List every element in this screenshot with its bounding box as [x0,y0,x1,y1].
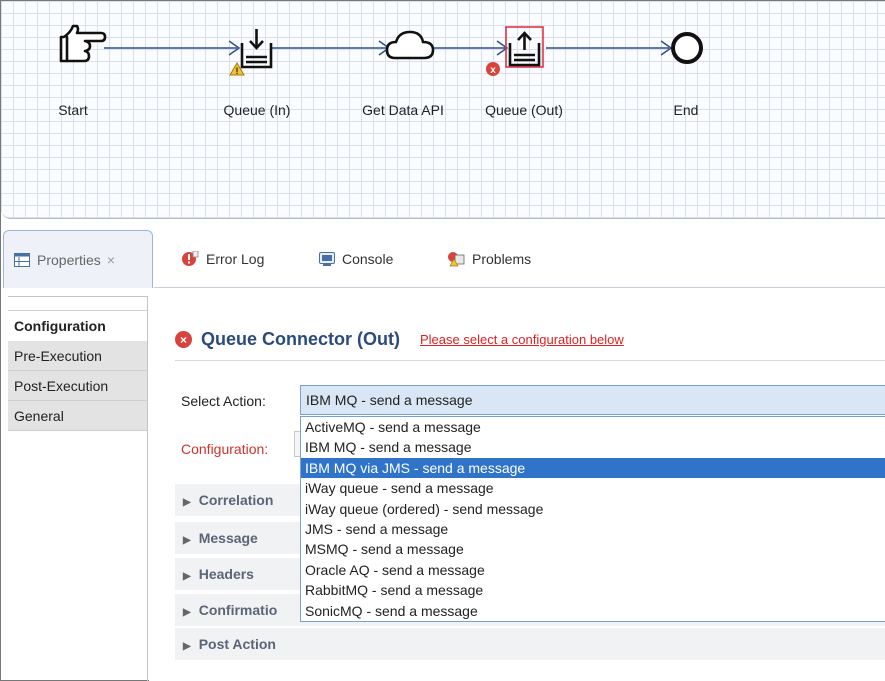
expand-triangle-icon: ▶ [183,607,191,618]
node-label-queue-in: Queue (In) [223,102,291,118]
select-action-options[interactable]: ActiveMQ - send a message IBM MQ - send … [300,416,885,622]
section-post-action[interactable]: ▶ Post Action [183,636,276,652]
nav-item-general[interactable]: General [8,401,147,431]
expand-triangle-icon: ▶ [183,571,191,582]
option-ibm-mq-via-jms[interactable]: IBM MQ via JMS - send a message [301,457,885,479]
cloud-icon [385,30,435,60]
node-label-queue-out: Queue (Out) [485,102,563,118]
nav-item-pre-execution[interactable]: Pre-Execution [8,341,147,371]
select-action-dropdown[interactable]: IBM MQ - send a message [300,385,885,415]
nav-item-post-execution[interactable]: Post-Execution [8,371,147,401]
option-iway-queue-ordered[interactable]: iWay queue (ordered) - send message [301,499,885,519]
section-message-label: Message [198,530,258,546]
section-message[interactable]: ▶ Message [183,530,258,546]
nav-spacer [8,297,147,311]
svg-text:x: x [490,65,496,76]
option-msmq[interactable]: MSMQ - send a message [301,539,885,559]
configuration-warning-link[interactable]: Please select a configuration below [420,332,624,347]
tab-error-log-label: Error Log [206,251,265,267]
option-iway-queue[interactable]: iWay queue - send a message [301,478,885,498]
problems-icon [447,251,465,267]
expand-triangle-icon: ▶ [183,497,191,508]
error-log-icon [181,251,199,267]
node-label-end: End [673,102,699,118]
section-post-action-label: Post Action [198,636,276,652]
console-icon [319,252,335,266]
svg-text:!: ! [236,66,239,76]
inbox-download-icon [240,29,273,69]
panel-header: × Queue Connector (Out) Please select a … [175,329,624,350]
inbox-upload-icon [508,31,541,67]
tab-problems-label: Problems [472,251,532,267]
tab-console[interactable]: Console [319,230,393,288]
option-rabbitmq[interactable]: RabbitMQ - send a message [301,580,885,600]
section-correlation[interactable]: ▶ Correlation [183,492,273,508]
panel-title: Queue Connector (Out) [201,329,400,349]
option-oracle-aq[interactable]: Oracle AQ - send a message [301,560,885,580]
expand-triangle-icon: ▶ [183,641,191,652]
view-tab-bar: Properties × Error Log Console Problems [1,230,885,288]
option-activemq[interactable]: ActiveMQ - send a message [301,417,885,437]
tab-bar-divider [154,287,885,288]
option-ibm-mq[interactable]: IBM MQ - send a message [301,437,885,457]
properties-nav: Configuration Pre-Execution Post-Executi… [8,296,148,681]
select-action-label: Select Action: [181,393,266,409]
expand-triangle-icon: ▶ [183,535,191,546]
close-icon[interactable]: × [107,252,115,268]
error-icon: × [175,331,192,348]
nav-item-configuration[interactable]: Configuration [8,311,147,341]
section-bg [175,628,885,660]
configuration-panel: × Queue Connector (Out) Please select a … [149,296,885,681]
section-confirmation[interactable]: ▶ Confirmatio [183,602,277,618]
pointing-hand-icon [59,24,107,63]
section-headers-label: Headers [198,566,254,582]
properties-icon [14,252,30,267]
option-jms[interactable]: JMS - send a message [301,519,885,539]
node-label-get-data-api: Get Data API [362,102,444,118]
node-label-start: Start [58,102,88,118]
tab-problems[interactable]: Problems [447,230,531,288]
tab-error-log[interactable]: Error Log [181,230,264,288]
section-headers[interactable]: ▶ Headers [183,566,254,582]
section-confirmation-label: Confirmatio [198,602,278,618]
tab-properties[interactable]: Properties × [3,230,153,288]
end-circle-icon [671,32,703,64]
tab-properties-label: Properties [37,251,101,268]
option-sonicmq[interactable]: SonicMQ - send a message [301,601,885,621]
header-divider [175,360,885,361]
error-badge-icon: x [486,62,500,76]
configuration-label: Configuration: [181,441,269,457]
tab-console-label: Console [342,251,394,267]
flow-canvas[interactable]: ! x Start Queue (In) Get Data API Queue … [1,1,885,219]
section-correlation-label: Correlation [198,492,274,508]
